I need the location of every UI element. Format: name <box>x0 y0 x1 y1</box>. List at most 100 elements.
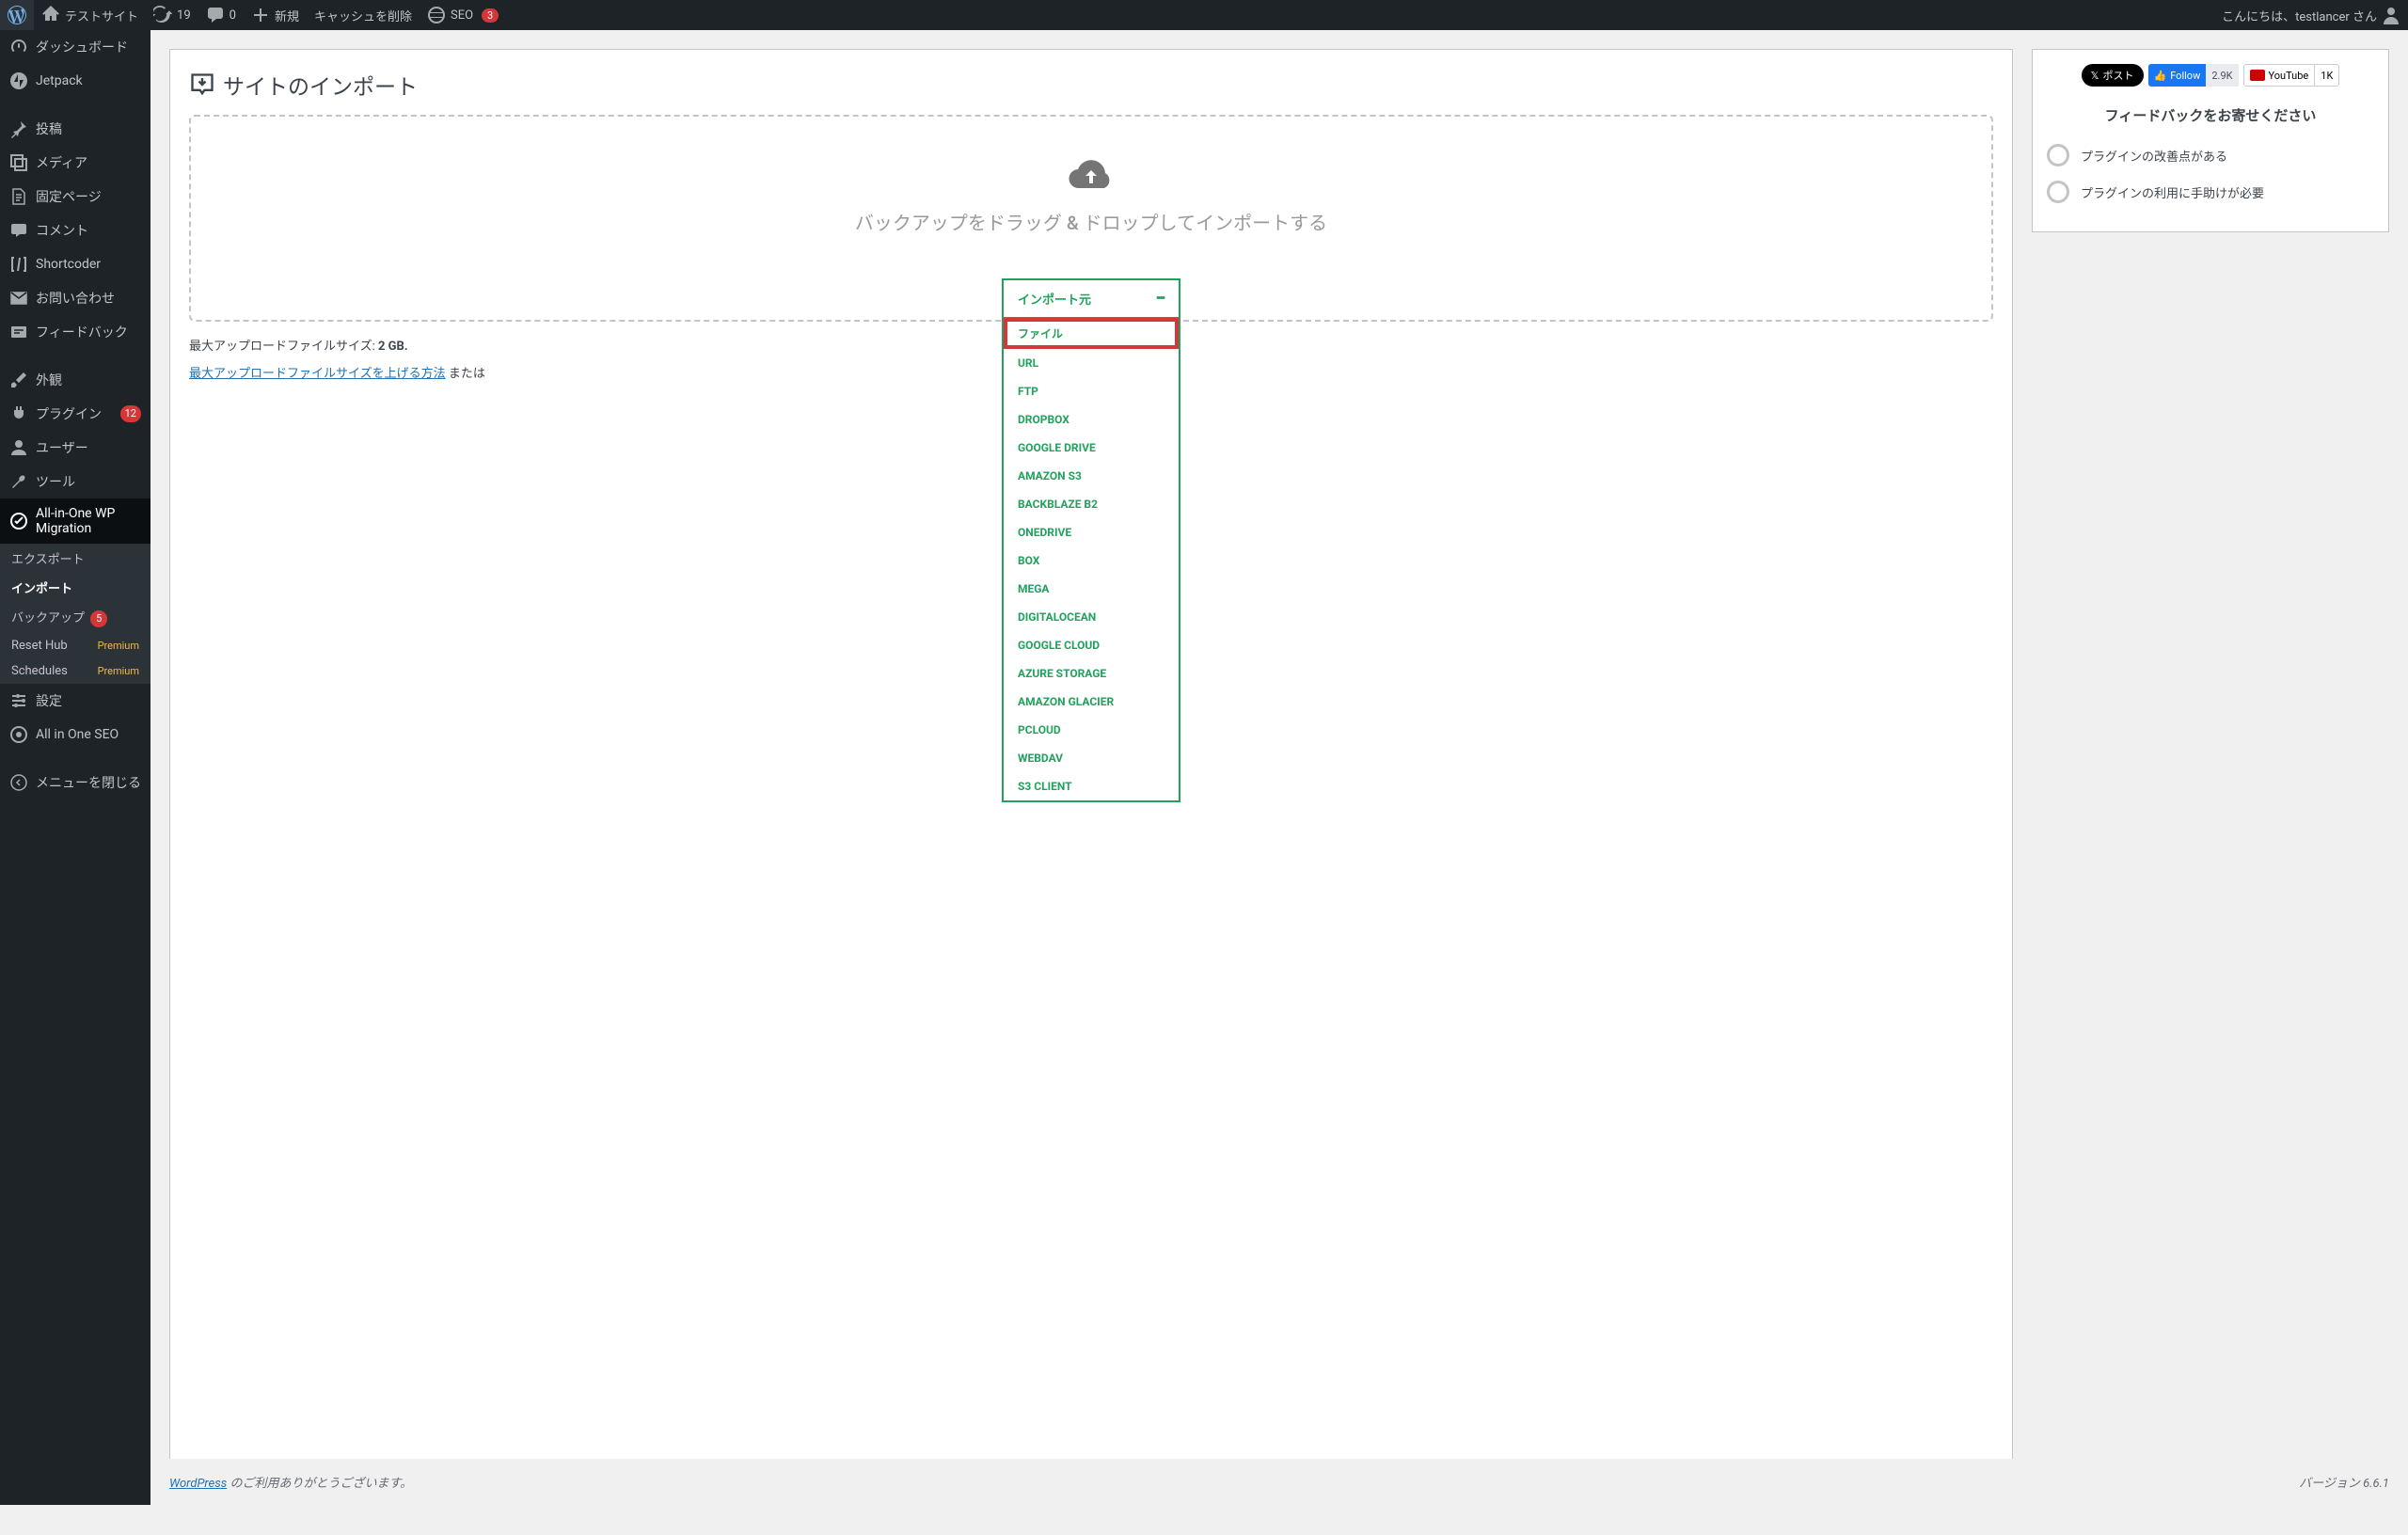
seo-icon <box>427 6 446 24</box>
admin-bar: テストサイト 19 0 新規 キャッシュを削除 SEO 3 こんにちは、testl… <box>0 0 2408 30</box>
sidebar-separator <box>0 354 150 358</box>
update-icon <box>153 6 172 24</box>
side-panel: 𝕏ポスト 👍Follow2.9K YouTube1K フィードバックをお寄せくだ… <box>2032 49 2389 1486</box>
submenu-schedules[interactable]: SchedulesPremium <box>0 658 150 684</box>
submenu-backup[interactable]: バックアップ 5 <box>0 602 150 633</box>
new-label: 新規 <box>275 7 299 24</box>
wp-logo[interactable] <box>0 0 34 30</box>
dropdown-option[interactable]: MEGA <box>1004 575 1179 603</box>
media-icon <box>9 153 28 172</box>
dropdown-option[interactable]: BOX <box>1004 546 1179 575</box>
user-icon <box>9 438 28 457</box>
seo-menu[interactable]: SEO 3 <box>420 0 506 30</box>
mail-icon <box>9 289 28 308</box>
dropdown-option[interactable]: AZURE STORAGE <box>1004 659 1179 688</box>
feedback-option-1[interactable]: プラグインの改善点がある <box>2047 144 2374 166</box>
dashboard-icon <box>9 38 28 56</box>
import-source-dropdown: インポート元━ ファイルURLFTPDROPBOXGOOGLE DRIVEAMA… <box>1002 278 1180 802</box>
dropdown-option[interactable]: AMAZON GLACIER <box>1004 688 1179 716</box>
dropdown-header[interactable]: インポート元━ <box>1004 280 1179 318</box>
dropdown-option[interactable]: BACKBLAZE B2 <box>1004 490 1179 518</box>
sidebar-item-settings[interactable]: 設定 <box>0 684 150 718</box>
youtube-icon <box>2250 70 2265 81</box>
sidebar-item-jetpack[interactable]: Jetpack <box>0 64 150 98</box>
x-post-button[interactable]: 𝕏ポスト <box>2082 64 2144 87</box>
admin-sidebar: ダッシュボード Jetpack 投稿 メディア 固定ページ コメント Short… <box>0 30 150 1505</box>
avatar-icon <box>2382 6 2400 24</box>
version-text: バージョン 6.6.1 <box>2299 1473 2389 1491</box>
dropdown-option[interactable]: GOOGLE DRIVE <box>1004 434 1179 462</box>
sidebar-item-feedback[interactable]: フィードバック <box>0 315 150 349</box>
seo-label: SEO <box>451 8 473 23</box>
submenu-migration: エクスポート インポート バックアップ 5 Reset HubPremium S… <box>0 544 150 684</box>
sidebar-item-contact[interactable]: お問い合わせ <box>0 281 150 315</box>
x-icon: 𝕏 <box>2091 70 2099 82</box>
updates-count: 19 <box>177 8 191 23</box>
sidebar-item-dashboard[interactable]: ダッシュボード <box>0 30 150 64</box>
dropdown-option[interactable]: ファイル <box>1004 318 1179 349</box>
dropdown-option[interactable]: FTP <box>1004 377 1179 405</box>
dropzone-text: バックアップをドラッグ & ドロップしてインポートする <box>191 208 1991 235</box>
dropdown-option[interactable]: DIGITALOCEAN <box>1004 603 1179 631</box>
cache-clear[interactable]: キャッシュを削除 <box>307 0 420 30</box>
radio-icon <box>2047 144 2069 166</box>
cache-label: キャッシュを削除 <box>314 7 412 24</box>
feedback-box: 𝕏ポスト 👍Follow2.9K YouTube1K フィードバックをお寄せくだ… <box>2032 49 2389 232</box>
updates[interactable]: 19 <box>146 0 198 30</box>
dropdown-option[interactable]: URL <box>1004 349 1179 377</box>
upgrade-link[interactable]: 最大アップロードファイルサイズを上げる方法 <box>189 367 446 381</box>
shortcode-icon <box>9 255 28 274</box>
sidebar-item-shortcoder[interactable]: Shortcoder <box>0 247 150 281</box>
sidebar-item-tools[interactable]: ツール <box>0 465 150 498</box>
cloud-upload-icon <box>1068 154 1115 194</box>
main-panel: サイトのインポート バックアップをドラッグ & ドロップしてインポートする 最大… <box>169 49 2013 1486</box>
sidebar-item-comments[interactable]: コメント <box>0 214 150 247</box>
minus-icon: ━ <box>1157 292 1164 306</box>
feedback-option-2[interactable]: プラグインの利用に手助けが必要 <box>2047 181 2374 203</box>
brush-icon <box>9 371 28 389</box>
collapse-icon <box>9 773 28 792</box>
dropdown-option[interactable]: S3 CLIENT <box>1004 772 1179 800</box>
sidebar-item-posts[interactable]: 投稿 <box>0 112 150 146</box>
plus-icon <box>251 6 270 24</box>
sidebar-item-users[interactable]: ユーザー <box>0 431 150 465</box>
yt-button[interactable]: YouTube1K <box>2243 64 2340 87</box>
sidebar-item-media[interactable]: メディア <box>0 146 150 180</box>
new-content[interactable]: 新規 <box>244 0 307 30</box>
collapse-menu[interactable]: メニューを閉じる <box>0 766 150 799</box>
seo-badge: 3 <box>482 8 499 23</box>
thumb-icon: 👍 <box>2154 70 2167 82</box>
fb-follow-button[interactable]: 👍Follow2.9K <box>2148 64 2239 87</box>
wordpress-link[interactable]: WordPress <box>169 1477 227 1491</box>
sidebar-item-plugins[interactable]: プラグイン12 <box>0 397 150 431</box>
pin-icon <box>9 119 28 138</box>
sidebar-item-migration[interactable]: All-in-One WP Migration <box>0 498 150 544</box>
sidebar-item-appearance[interactable]: 外観 <box>0 363 150 397</box>
social-buttons: 𝕏ポスト 👍Follow2.9K YouTube1K <box>2047 64 2374 87</box>
submenu-export[interactable]: エクスポート <box>0 544 150 573</box>
backup-count-badge: 5 <box>90 610 107 627</box>
site-name[interactable]: テストサイト <box>34 0 146 30</box>
sidebar-separator <box>0 103 150 107</box>
account-greeting[interactable]: こんにちは、testlancer さん <box>2214 0 2408 30</box>
sidebar-item-pages[interactable]: 固定ページ <box>0 180 150 214</box>
submenu-resethub[interactable]: Reset HubPremium <box>0 633 150 658</box>
greeting-text: こんにちは、testlancer さん <box>2222 7 2377 24</box>
sidebar-item-aioseo[interactable]: All in One SEO <box>0 718 150 752</box>
plugins-count-badge: 12 <box>120 405 141 422</box>
feedback-title: フィードバックをお寄せください <box>2047 105 2374 125</box>
jetpack-icon <box>9 71 28 90</box>
comments-link[interactable]: 0 <box>198 0 244 30</box>
dropdown-option[interactable]: ONEDRIVE <box>1004 518 1179 546</box>
dropdown-option[interactable]: AMAZON S3 <box>1004 462 1179 490</box>
aioseo-icon <box>9 725 28 744</box>
dropdown-option[interactable]: GOOGLE CLOUD <box>1004 631 1179 659</box>
submenu-import[interactable]: インポート <box>0 573 150 602</box>
dropdown-list: ファイルURLFTPDROPBOXGOOGLE DRIVEAMAZON S3BA… <box>1004 318 1179 800</box>
dropdown-option[interactable]: DROPBOX <box>1004 405 1179 434</box>
comment-icon <box>206 6 225 24</box>
home-icon <box>41 6 60 24</box>
import-icon <box>189 71 215 98</box>
dropdown-option[interactable]: WEBDAV <box>1004 744 1179 772</box>
dropdown-option[interactable]: PCLOUD <box>1004 716 1179 744</box>
